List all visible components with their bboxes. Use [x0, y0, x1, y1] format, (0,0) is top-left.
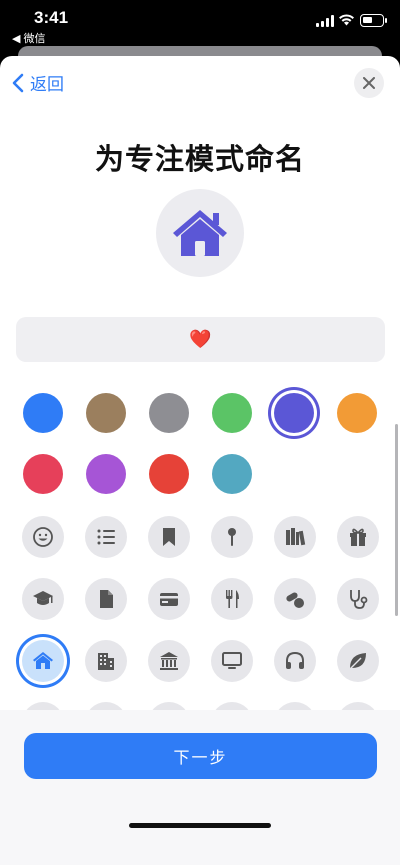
headphones-icon: [286, 651, 304, 669]
icon-option-document[interactable]: [85, 578, 127, 620]
color-blue[interactable]: [23, 393, 63, 433]
building-icon: [98, 653, 114, 670]
page-title: 为专注模式命名: [94, 144, 305, 176]
icon-option-bookmark[interactable]: [148, 516, 190, 558]
icon-option-monitor[interactable]: [211, 640, 253, 682]
icon-option-pin[interactable]: [211, 516, 253, 558]
leaf-icon: [349, 653, 366, 670]
cellular-signal-icon: [316, 15, 334, 27]
pills-icon: [286, 592, 304, 608]
smiley-icon: [33, 527, 53, 547]
monitor-icon: [222, 652, 242, 669]
icon-option-bank[interactable]: [148, 640, 190, 682]
credit-card-icon: [160, 593, 178, 606]
home-indicator[interactable]: [129, 823, 271, 828]
close-button[interactable]: [354, 68, 384, 98]
wifi-icon: [339, 14, 354, 26]
icon-option-books[interactable]: [274, 516, 316, 558]
focus-preview: [156, 189, 244, 277]
icon-option-fork-knife[interactable]: [211, 578, 253, 620]
bank-icon: [160, 652, 178, 670]
icon-option-building[interactable]: [85, 640, 127, 682]
icon-option-house-selected[interactable]: [22, 640, 64, 682]
back-label: 返回: [30, 75, 64, 94]
document-icon: [100, 590, 113, 608]
status-time: 3:41: [34, 8, 69, 27]
focus-name-sheet: 返回 为专注模式命名 ❤️ 下一步: [0, 56, 400, 865]
house-icon: [33, 652, 53, 669]
color-teal[interactable]: [212, 454, 252, 494]
icon-option-stethoscope[interactable]: [337, 578, 379, 620]
color-brown[interactable]: [86, 393, 126, 433]
status-bar: 3:41 ◀ 微信: [0, 0, 400, 48]
back-to-app-link[interactable]: ◀ 微信: [12, 30, 46, 46]
footer-panel: 下一步: [0, 710, 400, 865]
pin-icon: [228, 528, 236, 546]
color-purple[interactable]: [86, 454, 126, 494]
gift-icon: [350, 528, 366, 546]
focus-name-input[interactable]: ❤️: [16, 317, 385, 362]
chevron-left-icon: [12, 73, 24, 92]
icon-option-graduation-cap[interactable]: [22, 578, 64, 620]
color-indigo-selected[interactable]: [274, 393, 314, 433]
color-pink[interactable]: [23, 454, 63, 494]
icon-option-credit-card[interactable]: [148, 578, 190, 620]
battery-icon: [360, 14, 387, 27]
icon-option-headphones[interactable]: [274, 640, 316, 682]
scroll-indicator: [395, 424, 398, 616]
close-icon: [363, 77, 375, 89]
back-button[interactable]: 返回: [12, 70, 64, 95]
icon-option-smiley[interactable]: [22, 516, 64, 558]
graduation-cap-icon: [33, 591, 53, 605]
house-icon: [173, 210, 227, 256]
color-gray[interactable]: [149, 393, 189, 433]
list-icon: [97, 529, 115, 545]
icon-option-gift[interactable]: [337, 516, 379, 558]
fork-knife-icon: [226, 590, 239, 608]
color-green[interactable]: [212, 393, 252, 433]
bookmark-icon: [163, 528, 175, 546]
books-icon: [286, 528, 306, 546]
color-red[interactable]: [149, 454, 189, 494]
color-orange[interactable]: [337, 393, 377, 433]
next-button[interactable]: 下一步: [24, 733, 377, 779]
icon-option-list[interactable]: [85, 516, 127, 558]
icon-option-leaf[interactable]: [337, 640, 379, 682]
icon-option-pills[interactable]: [274, 578, 316, 620]
stethoscope-icon: [350, 590, 368, 609]
